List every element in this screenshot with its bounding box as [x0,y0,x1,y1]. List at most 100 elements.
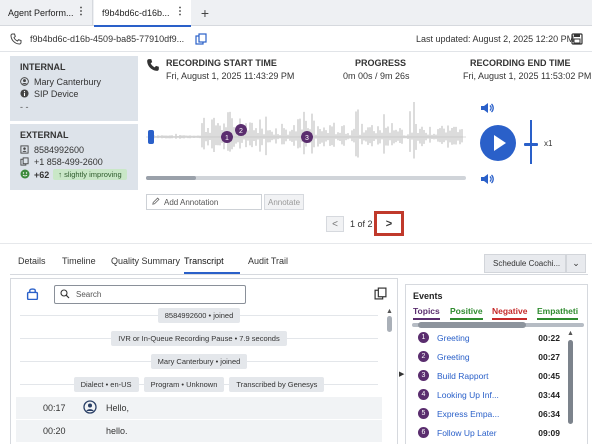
playback-speed: x1 [544,139,553,148]
speed-slider-knob[interactable] [524,143,538,146]
speed-slider-track[interactable] [530,120,532,164]
event-item[interactable]: 3 Build Rapport 00:45 [418,366,560,385]
event-name[interactable]: Follow Up Later [437,428,532,438]
tab-agent-performance[interactable]: Agent Perform... ⋮ [0,0,93,26]
last-updated: Last updated: August 2, 2025 12:20 PM [416,34,575,44]
volume-icon[interactable] [480,101,494,117]
annotation-input[interactable]: Add Annotation [146,194,262,210]
volume-icon[interactable] [480,172,494,188]
event-time: 06:34 [538,408,560,419]
event-item[interactable]: 4 Looking Up Inf... 03:44 [418,385,560,404]
previous-page-button[interactable]: < [326,216,344,232]
more-icon[interactable]: ⋮ [175,6,185,17]
user-icon [20,76,29,88]
event-chip: Program • Unknown [143,376,225,392]
tab-audit-trail[interactable]: Audit Trail [248,256,288,274]
event-time: 00:22 [538,332,560,343]
more-icon[interactable]: ⋮ [76,6,86,17]
tab-label: Agent Perform... [8,8,74,18]
scrollbar-thumb[interactable] [387,316,392,332]
sentiment-trend: slightly improving [64,170,122,179]
topic-marker-2[interactable]: 2 [235,124,247,136]
recording-start-time: Fri, August 1, 2025 11:43:29 PM [166,71,295,81]
conversation-id-bar: f9b4bd6c-d16b-4509-ba85-77910df9... Last… [0,27,592,52]
event-chip: 8584992600 • joined [157,307,241,323]
play-button[interactable] [480,125,516,161]
schedule-coaching-button[interactable]: Schedule Coachi... [484,254,566,273]
event-chip-row: 8584992600 • joined [16,304,382,326]
sentiment-score: +62 [34,169,50,180]
lock-icon[interactable] [26,287,39,302]
event-name[interactable]: Express Empa... [437,409,532,419]
tab-timeline[interactable]: Timeline [62,256,96,274]
collapse-panel-icon[interactable]: ▶ [399,370,404,378]
audio-waveform[interactable]: 1 2 3 [146,90,466,180]
event-chip-row: IVR or In-Queue Recording Pause • 7.9 se… [16,327,382,349]
scroll-up-icon[interactable]: ▲ [567,330,574,337]
event-number: 5 [418,408,429,419]
event-name[interactable]: Build Rapport [437,371,532,381]
copy-icon[interactable] [195,33,207,47]
topic-marker-label: 2 [239,128,243,135]
next-page-button[interactable]: > [374,211,404,236]
event-item[interactable]: 1 Greeting 00:22 [418,328,560,347]
sentiment-trend-badge: ↑ slightly improving [53,169,127,180]
event-time: 00:27 [538,351,560,362]
search-icon [60,288,70,301]
recording-end-label: RECORDING END TIME [470,58,571,68]
topic-marker-1[interactable]: 1 [221,131,233,143]
transcript-row[interactable]: 00:17 Hello, [16,397,382,419]
events-tab-empathetic[interactable]: Empatheti [537,306,579,320]
event-item[interactable]: 6 Follow Up Later 09:09 [418,423,560,442]
annotate-button[interactable]: Annotate [264,194,304,210]
section-divider [0,243,592,244]
events-tab-negative[interactable]: Negative [492,306,528,320]
topic-marker-3[interactable]: 3 [301,131,313,143]
transcript-row[interactable]: 00:20 hello. [16,420,382,442]
event-chip: Mary Canterbury • joined [150,353,248,369]
progress-value: 0m 00s / 9m 26s [343,71,410,81]
phone-copy-icon [20,156,29,168]
event-number: 1 [418,332,429,343]
search-placeholder: Search [76,290,102,299]
event-name[interactable]: Greeting [437,352,532,362]
external-party-card: EXTERNAL 8584992600 +1 858-499-2600 +62 … [10,124,138,190]
tab-details[interactable]: Details [18,256,46,274]
playhead[interactable] [148,130,154,144]
tab-transcript[interactable]: Transcript [184,256,240,274]
event-item[interactable]: 2 Greeting 00:27 [418,347,560,366]
pencil-icon [152,197,160,207]
sentiment-row: +62 ↑ slightly improving [20,168,128,181]
transcript-scrollbar[interactable]: ▲ [386,308,394,444]
events-scrollbar[interactable]: ▲ [567,330,575,444]
customer-ani: 8584992600 [34,145,85,155]
customer-phone: +1 858-499-2600 [34,157,103,167]
scroll-up-icon[interactable]: ▲ [386,308,393,315]
recording-start-label: RECORDING START TIME [166,58,277,68]
page-indicator: 1 of 2 [350,219,373,229]
add-tab-button[interactable]: + [195,3,215,23]
event-item[interactable]: 5 Express Empa... 06:34 [418,404,560,423]
event-name[interactable]: Greeting [437,333,532,343]
internal-extra: - - [20,102,29,112]
tab-conversation[interactable]: f9b4bd6c-d16b... ⋮ [94,0,191,27]
event-name[interactable]: Looking Up Inf... [437,390,532,400]
transcript-search-input[interactable]: Search [54,285,246,304]
event-chip: Dialect • en-US [73,376,139,392]
sentiment-icon [20,169,30,181]
contact-card-icon [20,144,29,156]
event-time: 03:44 [538,389,560,400]
save-icon[interactable] [571,33,583,47]
copy-transcript-icon[interactable] [374,287,387,302]
events-tab-topics[interactable]: Topics [413,306,440,320]
event-chip: IVR or In-Queue Recording Pause • 7.9 se… [111,330,287,346]
progress-thumb[interactable] [146,176,196,180]
event-time: 09:09 [538,427,560,438]
events-tab-positive[interactable]: Positive [450,306,483,320]
topic-marker-label: 3 [305,135,309,142]
chevron-down-icon[interactable]: ⌄ [566,254,586,273]
event-chip-row: Dialect • en-US Program • Unknown Transc… [16,373,382,395]
tab-quality-summary[interactable]: Quality Summary [111,256,180,274]
phone-icon [10,33,22,47]
scrollbar-thumb[interactable] [568,340,573,424]
